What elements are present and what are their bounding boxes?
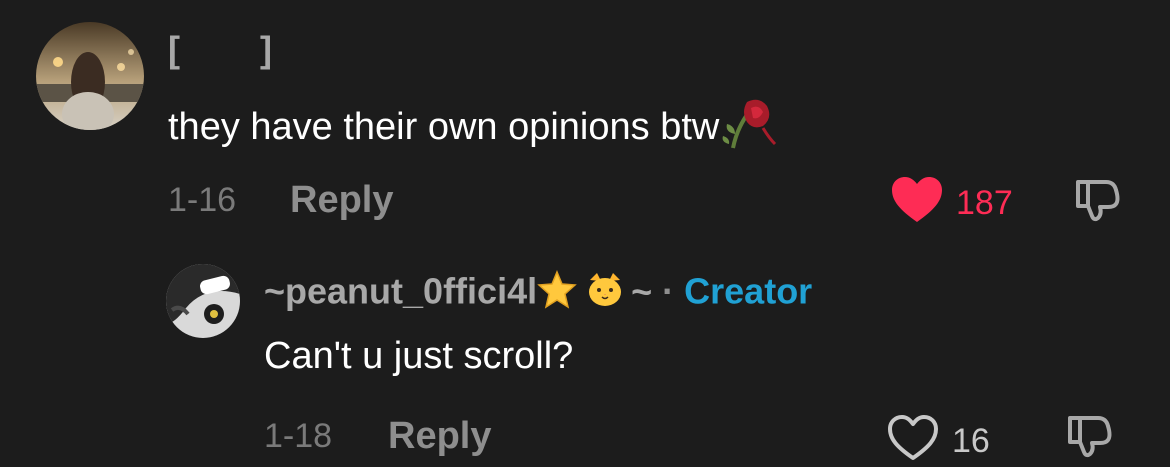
comment-like-button[interactable]: 187: [890, 176, 1013, 229]
thumbs-down-icon: [1064, 416, 1116, 462]
replier-username-suffix: ~: [631, 270, 653, 312]
comment-text-body: they have their own opinions btw: [168, 106, 720, 149]
commenter-username[interactable]: [ ]: [168, 30, 272, 70]
comment-dislike-button[interactable]: [1072, 178, 1124, 227]
reply-date: 1-18: [264, 417, 333, 455]
reply-text: Can't u just scroll?: [264, 335, 574, 377]
cat-face-icon: [585, 270, 625, 318]
reply-reply-button[interactable]: Reply: [388, 414, 491, 458]
creator-badge: Creator: [684, 270, 813, 312]
star-icon: [537, 270, 577, 318]
comment-date: 1-16: [168, 181, 237, 219]
replier-username-text[interactable]: ~peanut_0ffici4l: [264, 271, 537, 312]
thumbs-down-icon: [1072, 180, 1124, 226]
comment-text: they have their own opinions btw: [168, 98, 779, 160]
separator-dot: ·: [662, 270, 675, 312]
reply-like-button[interactable]: 16: [886, 414, 990, 467]
commenter-avatar[interactable]: [36, 22, 144, 130]
reply-dislike-button[interactable]: [1064, 414, 1116, 463]
comment-reply-button[interactable]: Reply: [290, 178, 393, 222]
heart-outline-icon: [886, 414, 940, 467]
wilted-rose-icon: [719, 98, 779, 160]
comment-like-count: 187: [956, 183, 1013, 222]
reply-like-count: 16: [952, 421, 990, 460]
replier-avatar[interactable]: [166, 264, 240, 338]
replier-username: ~peanut_0ffici4l ~ · Creator: [264, 270, 812, 318]
heart-filled-icon: [890, 176, 944, 229]
